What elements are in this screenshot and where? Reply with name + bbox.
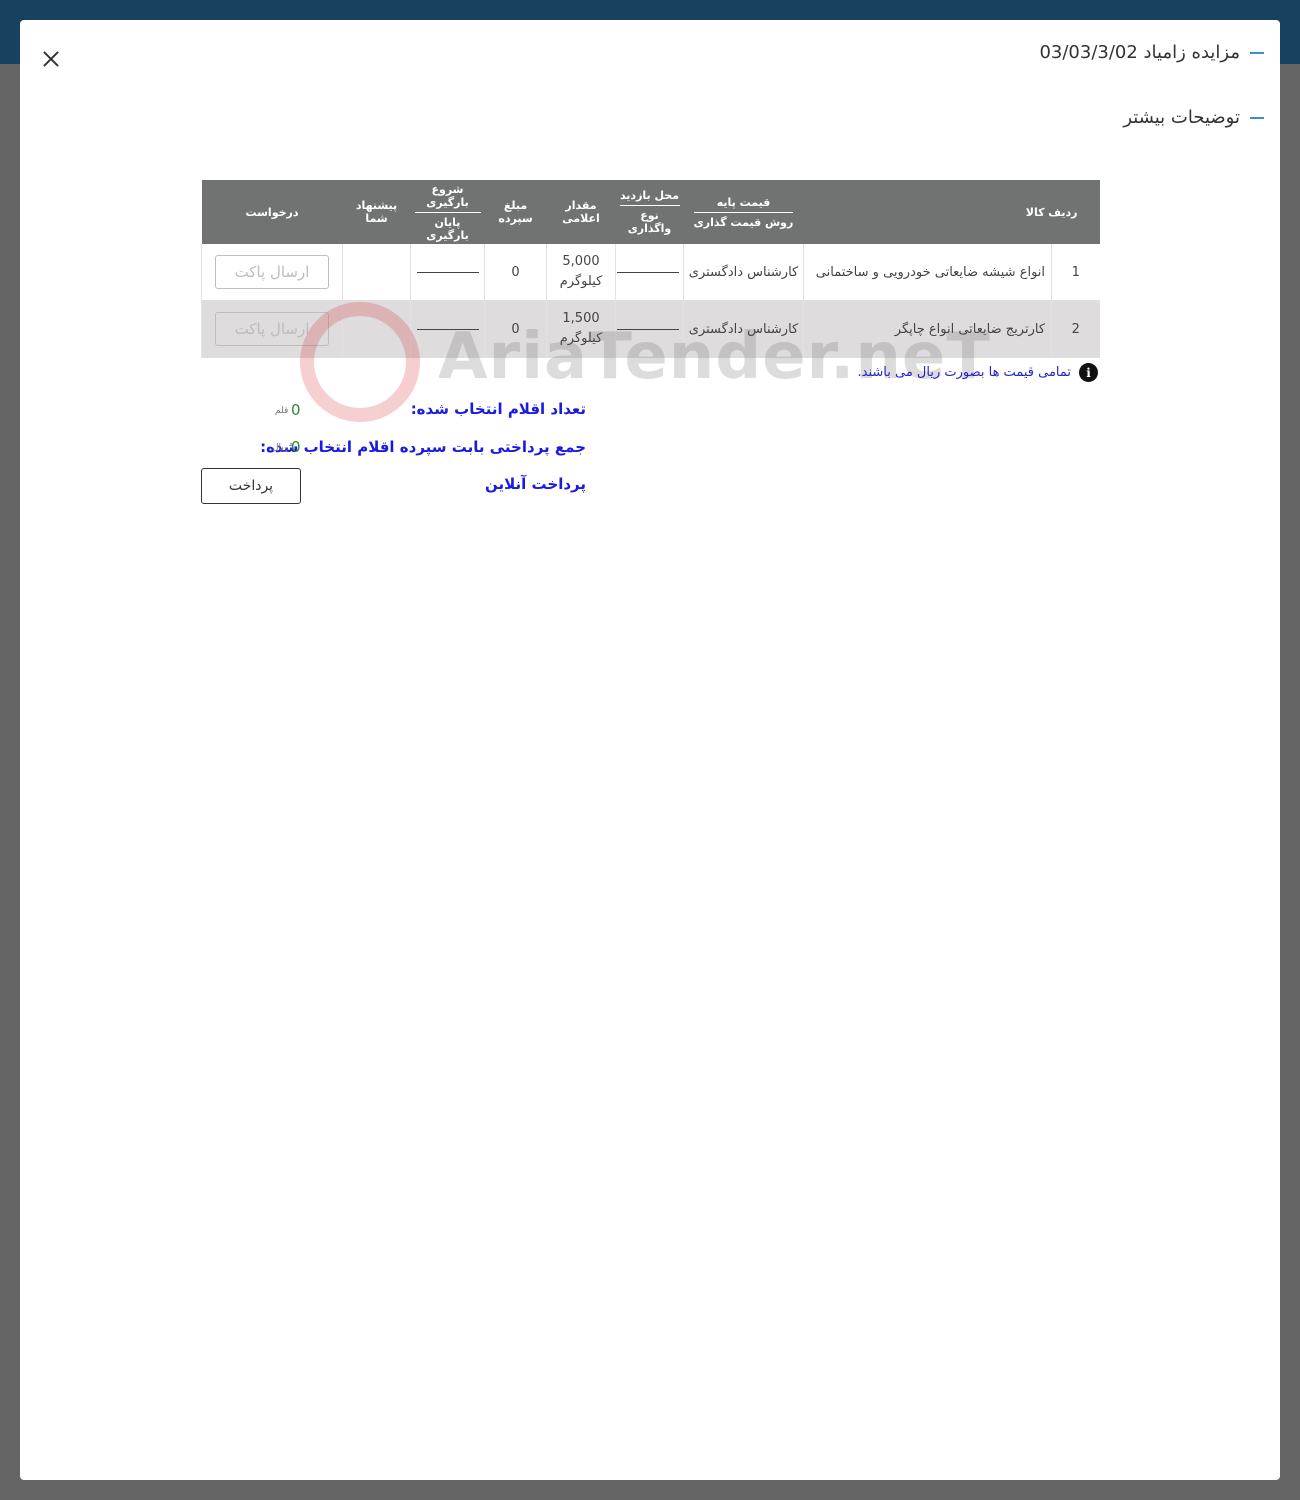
- row-visit-place: [615, 300, 684, 358]
- items-table: ردیف کالا قیمت پایه روش قیمت گذاری محل ب…: [201, 180, 1100, 358]
- pay-button[interactable]: پرداخت: [201, 468, 301, 504]
- empty-dash: [617, 328, 679, 330]
- send-envelope-button[interactable]: ارسال پاکت: [215, 312, 329, 346]
- more-details-label: توضیحات بیشتر: [1123, 107, 1240, 128]
- loading-start-label: شروع بارگیری: [414, 183, 481, 213]
- row-item-name: کارتریج ضایعاتی انواع چاپگر: [802, 300, 1052, 358]
- loading-end-label: پایان بارگیری: [426, 215, 469, 242]
- online-payment-label: پرداخت آنلاین: [484, 475, 586, 493]
- quantity-unit: کیلوگرم: [559, 331, 603, 346]
- row-loading: [410, 300, 485, 358]
- row-loading: [410, 244, 485, 301]
- modal-title: مزایده زامیاد 03/03/3/02: [1039, 42, 1264, 63]
- col-base-price: قیمت پایه روش قیمت گذاری: [683, 180, 804, 244]
- selected-count-label: تعداد اقلام انتخاب شده:: [410, 400, 586, 418]
- col-row-item: ردیف کالا: [803, 180, 1100, 244]
- row-quantity: 1,500 کیلوگرم: [546, 300, 616, 358]
- row-request: ارسال پاکت: [201, 300, 343, 358]
- auction-modal: مزایده زامیاد 03/03/3/02 توضیحات بیشتر ر…: [20, 20, 1280, 1480]
- total-deposit-label: جمع پرداختی بابت سپرده اقلام انتخاب شده:: [260, 438, 586, 456]
- row-quantity: 5,000 کیلوگرم: [546, 244, 616, 301]
- col-deposit: مبلغ سپرده: [484, 180, 547, 244]
- row-request: ارسال پاکت: [201, 244, 343, 301]
- items-table-container: ردیف کالا قیمت پایه روش قیمت گذاری محل ب…: [201, 180, 1100, 358]
- table-header-row: ردیف کالا قیمت پایه روش قیمت گذاری محل ب…: [201, 180, 1100, 244]
- col-loading: شروع بارگیری پایان بارگیری: [410, 180, 485, 244]
- quantity-value: 1,500: [562, 311, 600, 326]
- minus-icon: [1250, 116, 1264, 119]
- more-details-toggle[interactable]: توضیحات بیشتر: [1123, 107, 1264, 128]
- empty-dash: [416, 271, 479, 273]
- row-index: 2: [1051, 300, 1100, 358]
- selected-count-value: 0: [291, 401, 301, 419]
- empty-dash: [617, 271, 679, 273]
- row-item-name: انواع شیشه ضایعاتی خودرویی و ساختمانی: [802, 244, 1052, 301]
- row-your-offer: [342, 300, 411, 358]
- quantity-unit: کیلوگرم: [559, 274, 603, 289]
- base-price-label: قیمت پایه: [693, 196, 794, 213]
- col-request: درخواست: [201, 180, 343, 244]
- modal-title-text: مزایده زامیاد 03/03/3/02: [1039, 42, 1240, 63]
- title-dash-icon: [1250, 51, 1264, 54]
- info-icon: i: [1079, 363, 1098, 382]
- row-your-offer: [342, 244, 411, 301]
- col-quantity: مقدار اعلامی: [546, 180, 616, 244]
- total-deposit-unit: ریال: [272, 443, 289, 453]
- row-deposit: 0: [484, 300, 547, 358]
- visit-place-label: محل بازدید: [619, 189, 680, 206]
- table-row: 2 کارتریج ضایعاتی انواع چاپگر کارشناس دا…: [201, 300, 1100, 358]
- currency-note: i تمامی قیمت ها بصورت ریال می باشند.: [857, 363, 1098, 382]
- row-pricing: کارشناس دادگستری: [683, 300, 804, 358]
- quantity-value: 5,000: [562, 254, 600, 269]
- col-visit-place: محل بازدید نوع واگذاری: [615, 180, 684, 244]
- empty-dash: [416, 328, 479, 330]
- total-deposit-value: 0: [291, 438, 301, 456]
- row-deposit: 0: [484, 244, 547, 301]
- assignment-type-label: نوع واگذاری: [627, 209, 672, 235]
- col-your-offer: پیشنهاد شما: [342, 180, 411, 244]
- pricing-method-label: روش قیمت گذاری: [693, 215, 794, 229]
- close-icon[interactable]: [38, 46, 64, 72]
- selected-count-unit: قلم: [275, 406, 289, 416]
- currency-note-text: تمامی قیمت ها بصورت ریال می باشند.: [857, 365, 1072, 380]
- table-row: 1 انواع شیشه ضایعاتی خودرویی و ساختمانی …: [201, 244, 1100, 301]
- row-pricing: کارشناس دادگستری: [683, 244, 804, 301]
- row-visit-place: [615, 244, 684, 301]
- row-index: 1: [1051, 244, 1100, 301]
- send-envelope-button[interactable]: ارسال پاکت: [215, 255, 329, 289]
